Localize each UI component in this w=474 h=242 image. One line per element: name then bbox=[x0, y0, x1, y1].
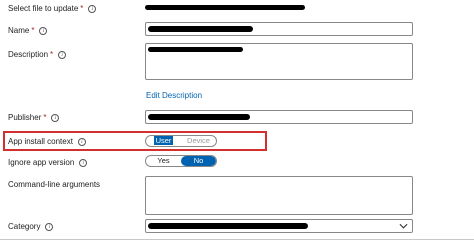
name-input[interactable] bbox=[145, 22, 413, 36]
required-mark: * bbox=[80, 4, 84, 13]
publisher-label-text: Publisher bbox=[8, 113, 42, 122]
redacted-name-value bbox=[148, 26, 253, 32]
description-box[interactable] bbox=[145, 43, 413, 80]
edit-description-link[interactable]: Edit Description bbox=[146, 91, 202, 100]
install-context-label-text: App install context bbox=[8, 137, 73, 146]
toggle-option-user[interactable]: User bbox=[146, 136, 181, 146]
required-mark: * bbox=[43, 113, 47, 122]
divider bbox=[0, 239, 474, 240]
redacted-publisher-value bbox=[148, 114, 250, 120]
toggle-option-device[interactable]: Device bbox=[181, 136, 216, 146]
category-dropdown[interactable] bbox=[145, 219, 413, 233]
info-icon[interactable]: i bbox=[77, 138, 86, 146]
category-label: Category i bbox=[8, 222, 54, 232]
ignore-version-label: Ignore app version i bbox=[8, 158, 88, 168]
name-label-text: Name bbox=[8, 26, 30, 35]
install-context-label: App install context i bbox=[8, 137, 86, 147]
required-mark: * bbox=[50, 50, 54, 59]
ignore-version-toggle[interactable]: Yes No bbox=[145, 155, 217, 167]
publisher-input[interactable] bbox=[145, 110, 413, 124]
cmdline-textarea[interactable] bbox=[145, 176, 413, 215]
description-label: Description * i bbox=[8, 50, 67, 60]
info-icon[interactable]: i bbox=[79, 159, 88, 167]
cmdline-label: Command-line arguments bbox=[8, 180, 100, 190]
select-file-label-text: Select file to update bbox=[8, 4, 79, 13]
category-label-text: Category bbox=[8, 222, 41, 231]
description-label-text: Description bbox=[8, 50, 49, 59]
publisher-label: Publisher * i bbox=[8, 113, 60, 123]
info-icon[interactable]: i bbox=[45, 223, 54, 231]
select-file-label: Select file to update * i bbox=[8, 4, 97, 14]
toggle-option-user-text: User bbox=[153, 136, 174, 145]
redacted-category-value bbox=[148, 223, 308, 229]
cmdline-label-text: Command-line arguments bbox=[8, 180, 101, 189]
name-label: Name * i bbox=[8, 26, 48, 36]
redacted-description-value bbox=[148, 47, 243, 52]
chevron-down-icon bbox=[399, 223, 408, 229]
info-icon[interactable]: i bbox=[51, 114, 60, 122]
info-icon[interactable]: i bbox=[88, 5, 97, 13]
info-icon[interactable]: i bbox=[39, 27, 48, 35]
required-mark: * bbox=[31, 26, 35, 35]
install-context-toggle[interactable]: User Device bbox=[145, 135, 217, 147]
redacted-filename bbox=[145, 5, 305, 10]
info-icon[interactable]: i bbox=[58, 51, 67, 59]
toggle-option-yes[interactable]: Yes bbox=[146, 156, 181, 166]
toggle-option-no[interactable]: No bbox=[181, 156, 216, 166]
ignore-version-label-text: Ignore app version bbox=[8, 158, 75, 167]
